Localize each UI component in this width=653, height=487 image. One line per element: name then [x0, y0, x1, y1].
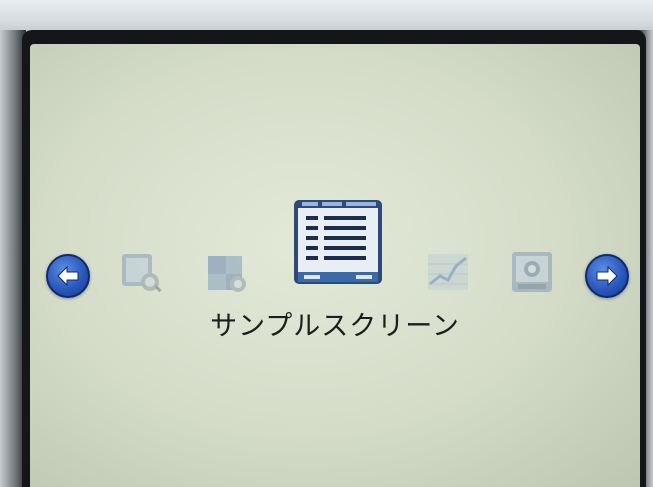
prev-button[interactable] — [46, 254, 90, 298]
selected-item-label: サンプルスクリーン — [210, 311, 460, 342]
menu-item-sample-screen[interactable] — [292, 198, 384, 286]
zoom-icon — [122, 254, 162, 293]
menu-item-puzzle[interactable] — [206, 252, 250, 296]
arrow-left-icon — [57, 265, 79, 287]
next-button[interactable] — [585, 254, 629, 298]
menu-item-chart[interactable] — [426, 250, 470, 294]
sample-screen-icon — [294, 200, 382, 284]
scan-icon — [512, 252, 552, 292]
chart-icon — [428, 254, 468, 290]
menu-item-zoom[interactable] — [120, 252, 164, 296]
menu-item-scan[interactable] — [510, 250, 554, 294]
arrow-right-icon — [596, 265, 618, 287]
puzzle-icon — [208, 256, 246, 292]
